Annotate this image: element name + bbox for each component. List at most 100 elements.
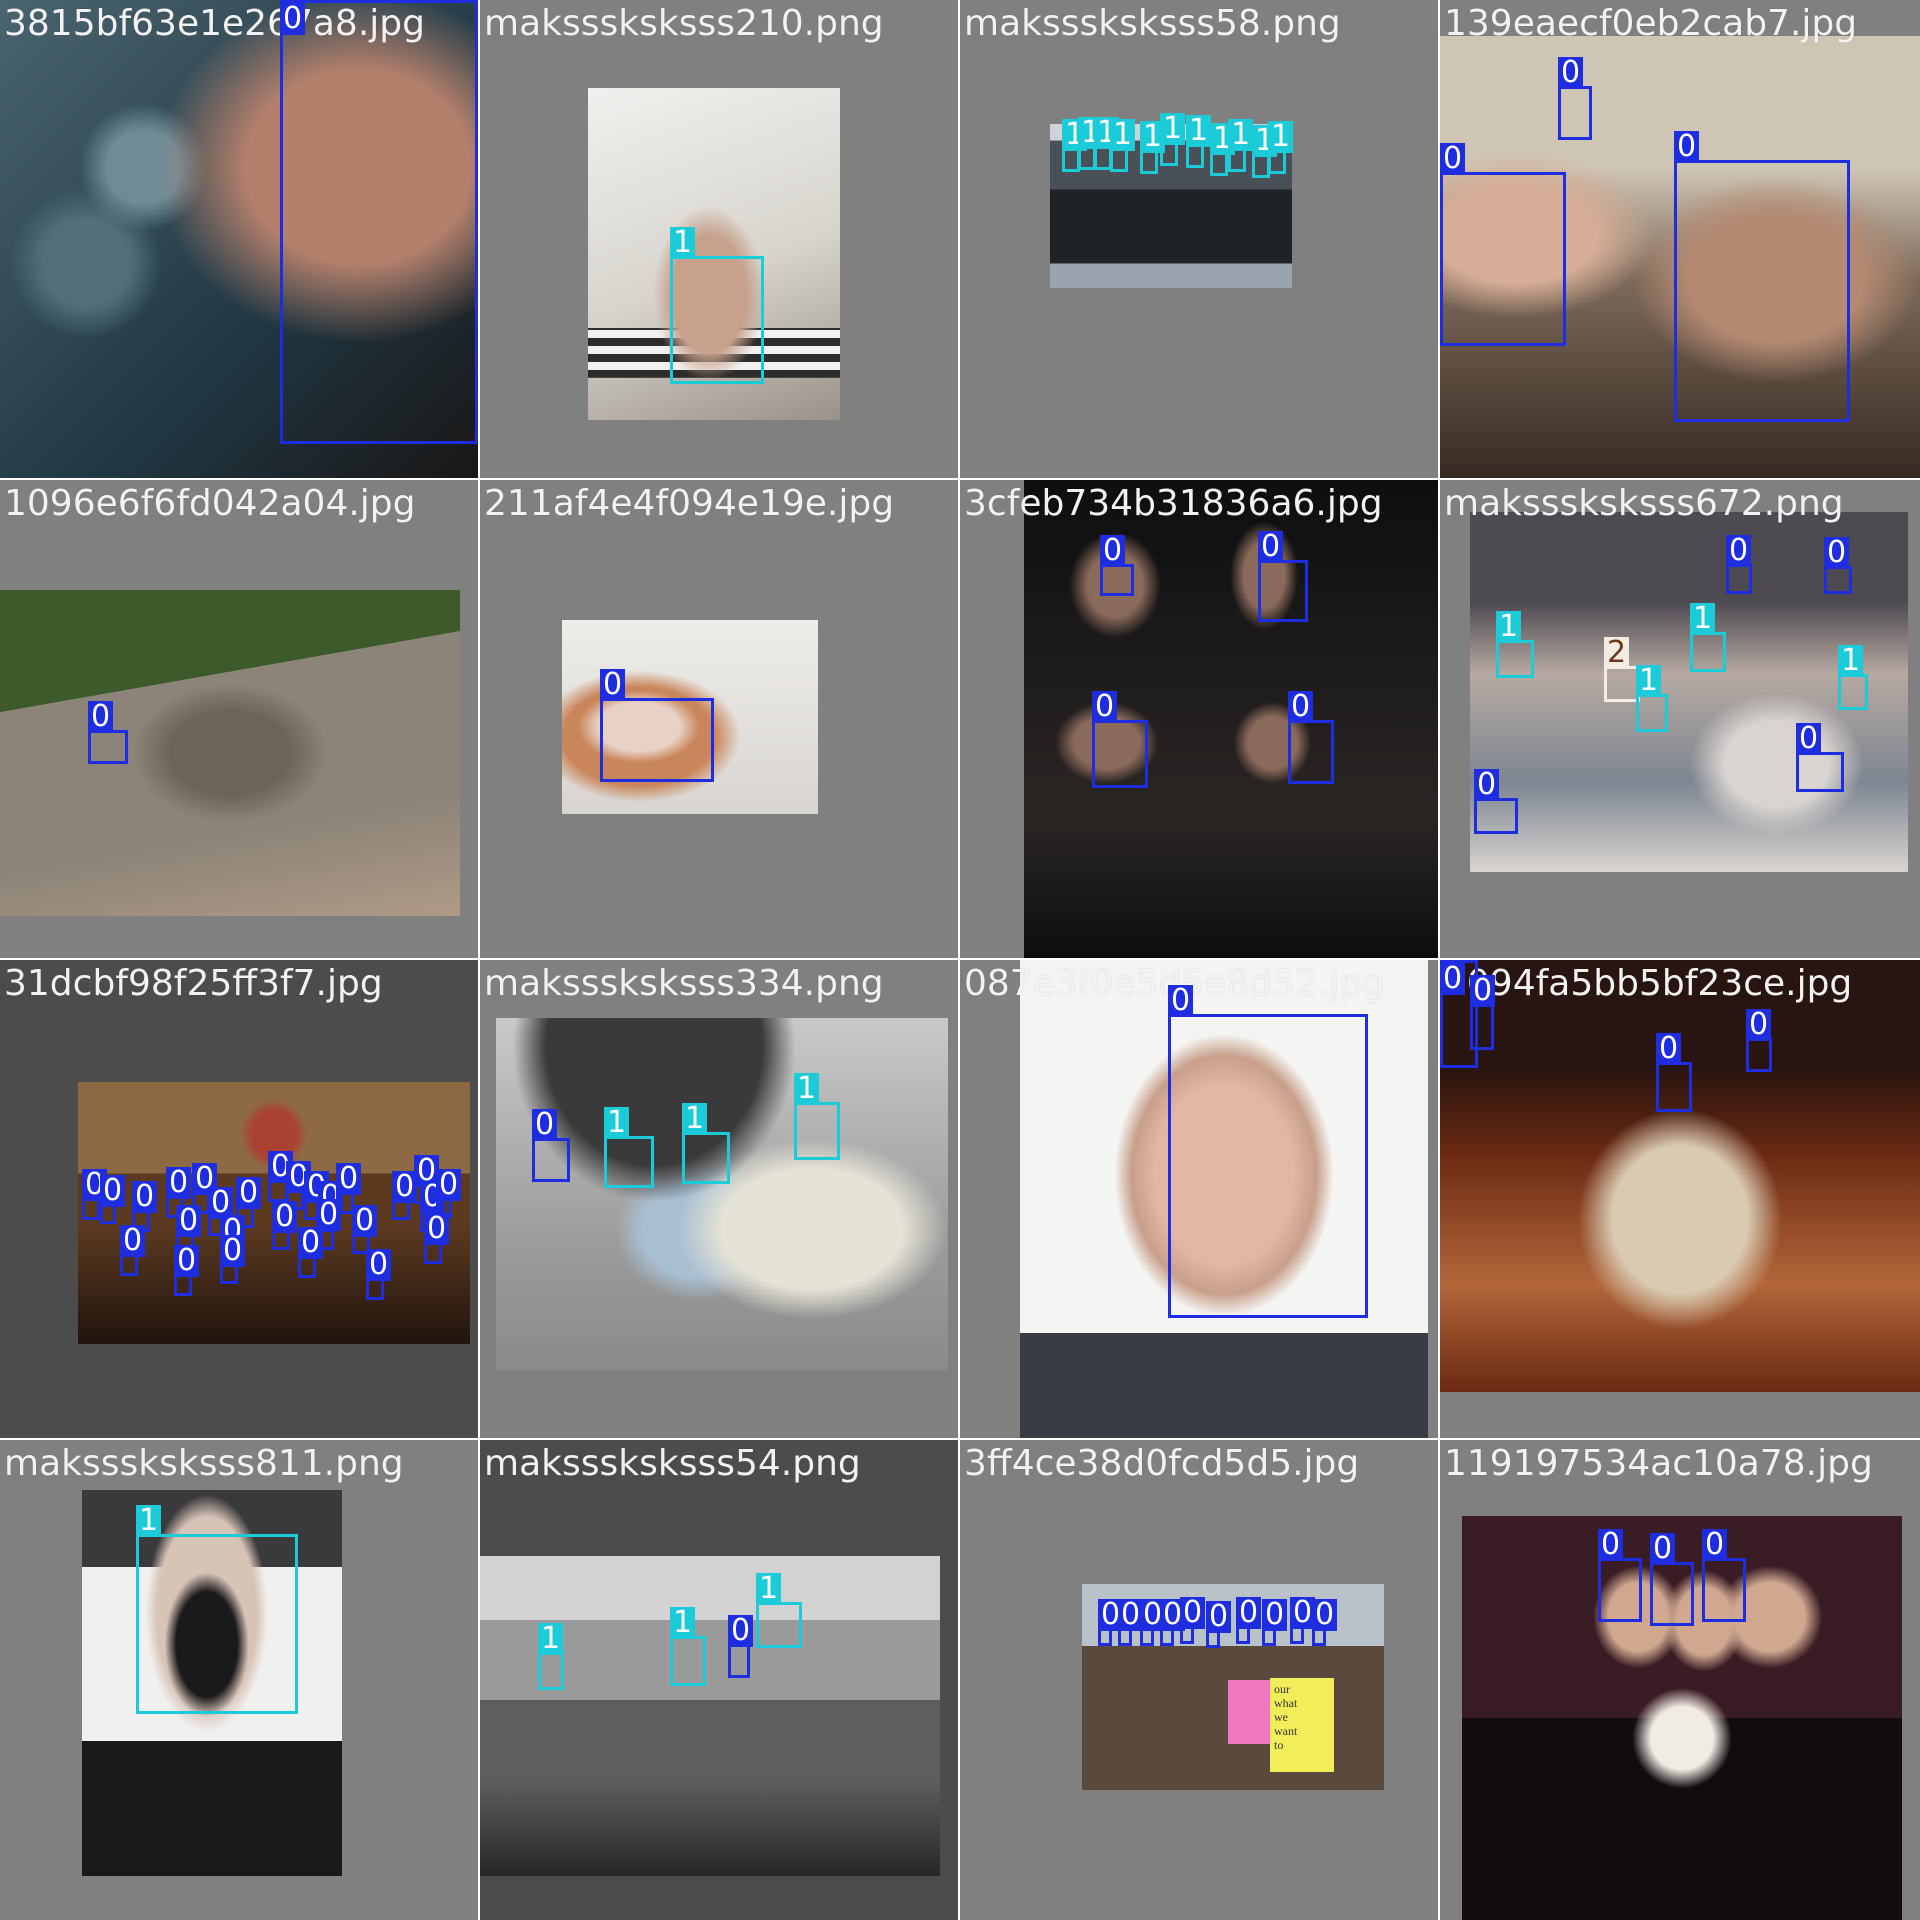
- class-label: 0: [1470, 975, 1496, 1007]
- class-label: 0: [236, 1177, 262, 1209]
- face-box: 0: [600, 669, 714, 782]
- class-label: 1: [1110, 119, 1136, 151]
- filename-label: 31dcbf98f25ff3f7.jpg: [4, 963, 383, 1004]
- class-label: 0: [88, 701, 114, 733]
- tile-photo: [480, 1556, 940, 1876]
- class-label: 0: [280, 3, 306, 35]
- class-label: 0: [1726, 535, 1752, 567]
- class-label: 0: [1796, 723, 1822, 755]
- class-label: 0: [100, 1175, 126, 1207]
- incorrect-mask-box: 2: [1604, 637, 1640, 702]
- mask-box: 1: [794, 1073, 840, 1160]
- face-box: 0: [88, 701, 128, 764]
- class-label: 0: [1440, 143, 1466, 175]
- mask-box: 1: [136, 1505, 298, 1714]
- face-box: 0: [366, 1249, 392, 1300]
- tile-photo: [496, 1018, 948, 1370]
- face-box: 0: [1180, 1597, 1206, 1644]
- class-label: 0: [1598, 1529, 1624, 1561]
- mask-box: 1: [1228, 119, 1254, 172]
- face-box: 0: [532, 1109, 570, 1182]
- mask-box: 1: [1496, 611, 1534, 678]
- class-label: 0: [176, 1205, 202, 1237]
- mask-box: 1: [1210, 123, 1236, 176]
- class-label: 1: [670, 1607, 696, 1639]
- tile-4: 139eaecf0eb2cab7.jpg 0 0 0: [1440, 0, 1920, 478]
- class-label: 0: [132, 1181, 158, 1213]
- class-label: 1: [670, 227, 696, 259]
- filename-label: maksssksksss58.png: [964, 3, 1341, 44]
- class-label: 0: [336, 1163, 362, 1195]
- tile-13: maksssksksss811.png 1: [0, 1440, 478, 1920]
- face-box: 0: [1262, 1599, 1288, 1646]
- class-label: 0: [728, 1615, 754, 1647]
- mask-box: 1: [756, 1573, 802, 1648]
- mask-box: 1: [1140, 121, 1166, 174]
- tile-15: 3ff4ce38d0fcd5d5.jpg our what we want to…: [960, 1440, 1438, 1920]
- face-box: 0: [1470, 975, 1496, 1050]
- sign-word: our: [1274, 1682, 1290, 1696]
- class-label: 0: [600, 669, 626, 701]
- face-box: 0: [1206, 1601, 1232, 1648]
- class-label: 1: [1186, 115, 1212, 147]
- filename-label: maksssksksss334.png: [484, 963, 884, 1004]
- class-label: 1: [538, 1623, 564, 1655]
- class-label: 1: [1160, 113, 1186, 145]
- face-box: 0: [1092, 691, 1148, 788]
- tile-12: 1094fa5bb5bf23ce.jpg 0 0 0 0: [1440, 960, 1920, 1438]
- class-label: 0: [1100, 535, 1126, 567]
- tile-11: 087e3f0e5d5e8d52.jpg 0: [960, 960, 1438, 1438]
- face-box: 0: [728, 1615, 754, 1678]
- class-label: 0: [1674, 131, 1700, 163]
- class-label: 1: [1690, 603, 1716, 635]
- class-label: 0: [1558, 57, 1584, 89]
- filename-label: 139eaecf0eb2cab7.jpg: [1444, 3, 1858, 44]
- class-label: 1: [1636, 665, 1662, 697]
- sign-word: want: [1274, 1724, 1298, 1738]
- class-label: 1: [604, 1107, 630, 1139]
- class-label: 0: [1474, 769, 1500, 801]
- face-box: 0: [1258, 531, 1308, 622]
- class-label: 0: [366, 1249, 392, 1281]
- face-box: 0: [392, 1171, 418, 1220]
- face-box: 0: [424, 1213, 450, 1264]
- class-label: 1: [1496, 611, 1522, 643]
- class-label: 0: [1206, 1601, 1232, 1633]
- face-box: 0: [1598, 1529, 1642, 1622]
- tile-2: maksssksksss210.png 1: [480, 0, 958, 478]
- face-box: 0: [1098, 1599, 1124, 1646]
- face-box: 0: [1824, 537, 1852, 594]
- face-box: 0: [1140, 1599, 1166, 1646]
- face-box: 0: [1650, 1533, 1694, 1626]
- class-label: 0: [1824, 537, 1850, 569]
- tile-1: 3815bf63e1e267a8.jpg 0: [0, 0, 478, 478]
- face-box: 0: [220, 1235, 246, 1284]
- class-label: 0: [1168, 985, 1194, 1017]
- face-box: 0: [298, 1227, 324, 1278]
- face-box: 0: [120, 1225, 146, 1276]
- class-label: 1: [794, 1073, 820, 1105]
- tile-photo: [1440, 960, 1920, 1392]
- tile-10: maksssksksss334.png 0 1 1 1: [480, 960, 958, 1438]
- face-box: 0: [100, 1175, 126, 1224]
- mask-box: 1: [670, 1607, 706, 1686]
- face-box: 0: [1288, 691, 1334, 784]
- class-label: 0: [1650, 1533, 1676, 1565]
- mask-box: 1: [1186, 115, 1212, 168]
- mask-box: 1: [1636, 665, 1668, 732]
- class-label: 1: [1268, 121, 1294, 153]
- class-label: 0: [532, 1109, 558, 1141]
- class-label: 2: [1604, 637, 1630, 669]
- class-label: 0: [352, 1205, 378, 1237]
- mask-box: 1: [682, 1103, 730, 1184]
- class-label: 0: [220, 1235, 246, 1267]
- face-box: 0: [174, 1245, 200, 1296]
- face-box: 0: [1656, 1033, 1692, 1112]
- class-label: 0: [1702, 1529, 1728, 1561]
- class-label: 0: [1092, 691, 1118, 723]
- tile-7: 3cfeb734b31836a6.jpg 0 0 0 0: [960, 480, 1438, 958]
- sign-word: to: [1274, 1738, 1284, 1752]
- filename-label: 3cfeb734b31836a6.jpg: [964, 483, 1383, 524]
- class-label: 0: [1312, 1599, 1338, 1631]
- mask-box: 1: [1110, 119, 1136, 172]
